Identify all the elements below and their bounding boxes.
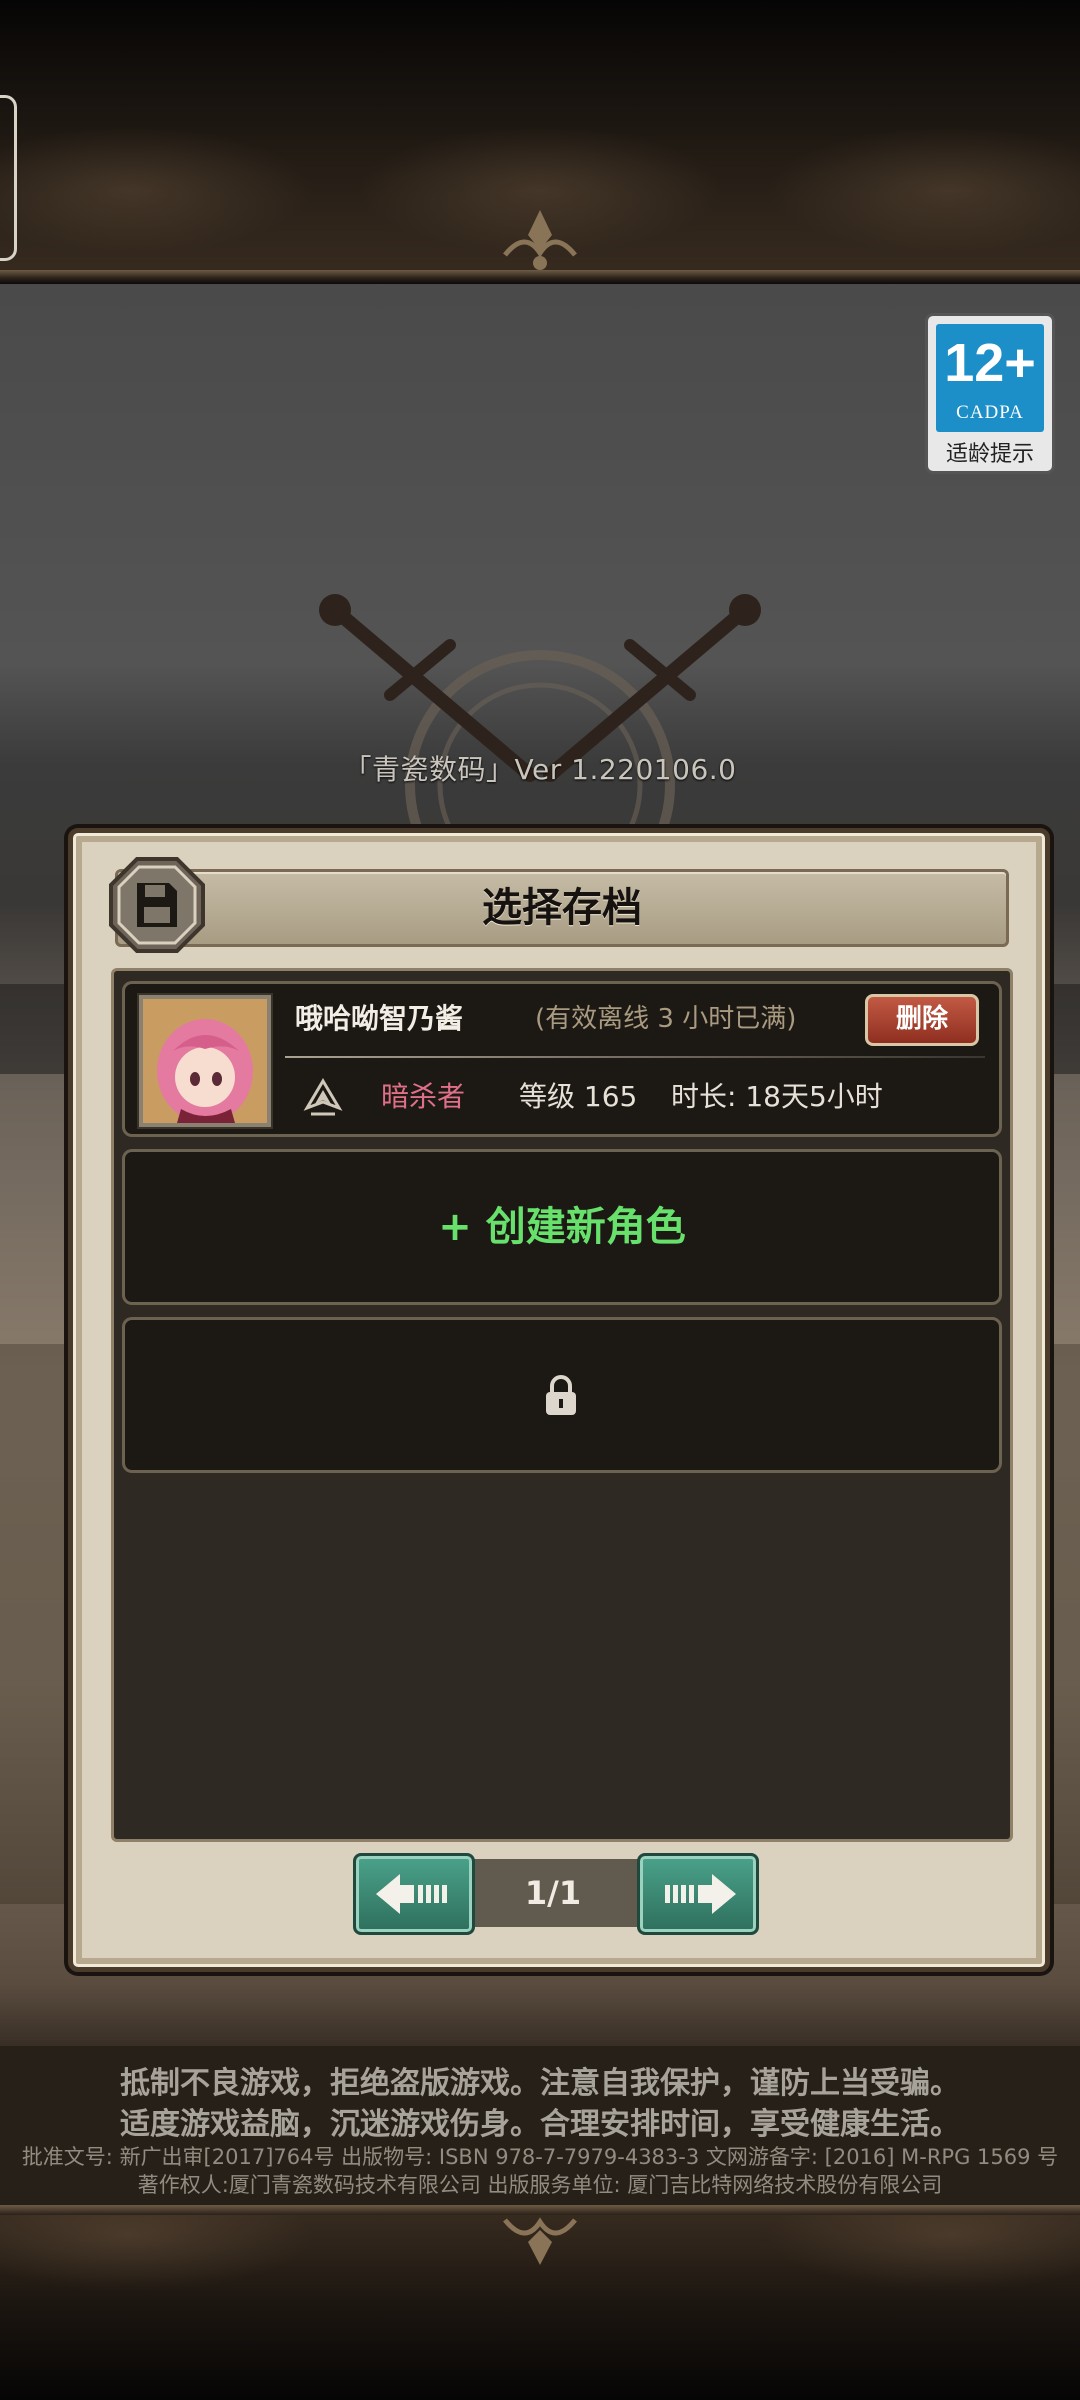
character-level: 等级 165 xyxy=(519,1080,638,1113)
prev-page-button[interactable] xyxy=(353,1853,475,1935)
character-avatar xyxy=(139,995,271,1127)
character-name: 哦哈呦智乃酱 xyxy=(295,1002,464,1035)
top-ornament-icon xyxy=(503,210,577,270)
lock-icon xyxy=(546,1375,576,1415)
health-notice-line-1: 抵制不良游戏，拒绝盗版游戏。注意自我保护，谨防上当受骗。 xyxy=(120,2066,960,2101)
version-label: 「青瓷数码」Ver 1.220106.0 xyxy=(343,753,737,786)
license-info-line-2: 著作权人:厦门青瓷数码技术有限公司 出版服务单位: 厦门吉比特网络技术股份有限公… xyxy=(137,2173,943,2197)
save-slot-character[interactable]: 哦哈呦智乃酱 (有效离线 3 小时已满) 删除 暗杀者 等级 165 时长: 1… xyxy=(122,981,1002,1137)
save-slot-list: 哦哈呦智乃酱 (有效离线 3 小时已满) 删除 暗杀者 等级 165 时长: 1… xyxy=(111,968,1013,1842)
offline-status: (有效离线 3 小时已满) xyxy=(535,1004,797,1034)
crossed-swords-emblem-icon xyxy=(319,594,761,835)
bottom-ornament-icon xyxy=(503,2217,577,2265)
create-character-label: + 创建新角色 xyxy=(438,1204,686,1250)
dialog-title: 选择存档 xyxy=(482,885,642,931)
locked-slot[interactable] xyxy=(122,1317,1002,1473)
age-rating-number: 12+ xyxy=(944,333,1036,393)
pagination: 1/1 xyxy=(353,1853,759,1935)
dialog-title-bar: 选择存档 xyxy=(115,869,1009,947)
arrow-right-icon xyxy=(665,1874,736,1914)
page-indicator: 1/1 xyxy=(524,1874,582,1912)
create-character-slot[interactable]: + 创建新角色 xyxy=(122,1149,1002,1305)
slot-divider xyxy=(285,1056,985,1058)
arrow-left-icon xyxy=(376,1874,447,1914)
floppy-disk-icon xyxy=(109,857,205,953)
save-select-dialog: 选择存档 哦哈呦智乃酱 (有效离线 3 小时已满) 删除 暗杀者 等级 165 … xyxy=(68,828,1050,1972)
health-notice-line-2: 适度游戏益脑，沉迷游戏伤身。合理安排时间，享受健康生活。 xyxy=(120,2107,960,2142)
age-rating-badge[interactable]: 12+ CADPA 适龄提示 xyxy=(925,313,1055,474)
delete-button[interactable]: 删除 xyxy=(865,994,979,1046)
license-info-line-1: 批准文号: 新广出审[2017]764号 出版物号: ISBN 978-7-79… xyxy=(21,2145,1059,2169)
age-rating-org: CADPA xyxy=(956,402,1024,423)
character-class: 暗杀者 xyxy=(381,1080,466,1113)
next-page-button[interactable] xyxy=(637,1853,759,1935)
side-tab[interactable] xyxy=(0,95,17,261)
character-playtime: 时长: 18天5小时 xyxy=(671,1080,883,1113)
age-rating-tip: 适龄提示 xyxy=(945,442,1034,467)
class-emblem-icon xyxy=(303,1078,343,1116)
